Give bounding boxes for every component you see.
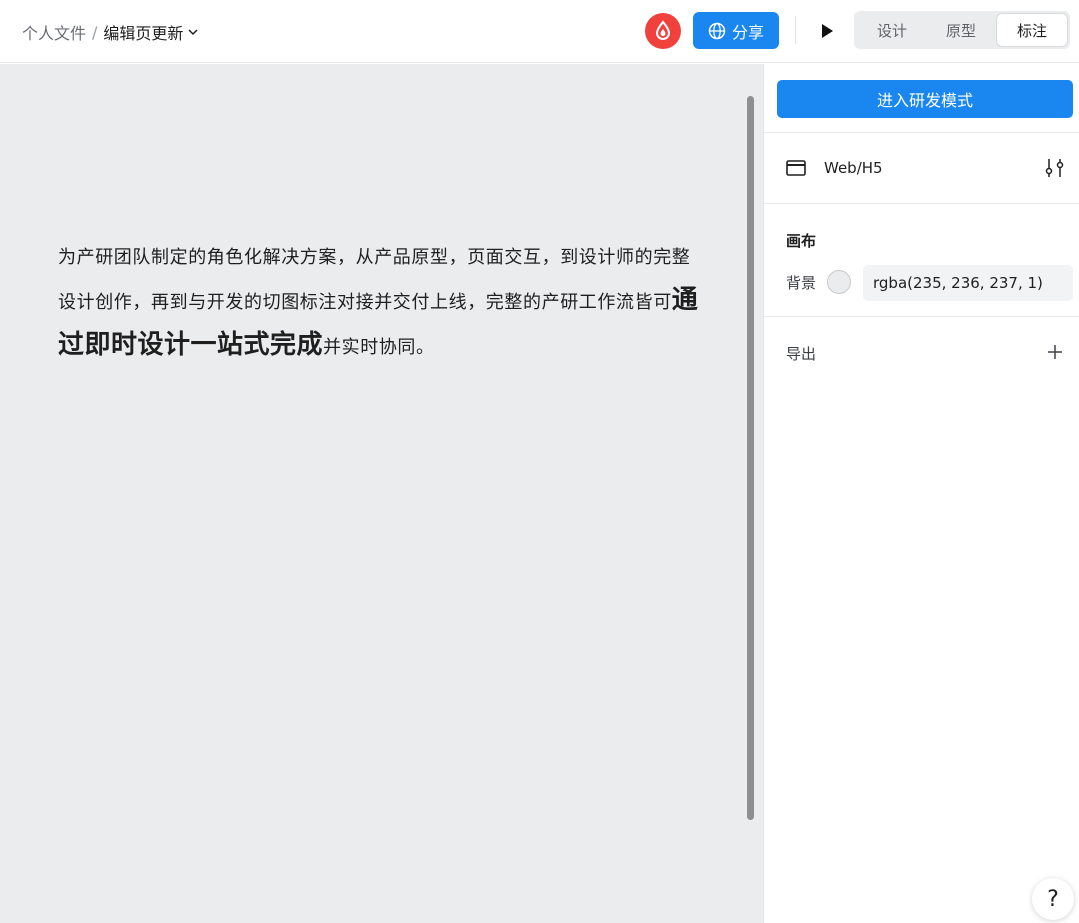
tab-prototype[interactable]: 原型 <box>927 14 995 46</box>
breadcrumb-separator: / <box>92 22 98 42</box>
canvas-text-outro: 并实时协同。 <box>323 337 435 358</box>
breadcrumb: 个人文件 / 编辑页更新 <box>22 20 199 44</box>
file-name[interactable]: 编辑页更新 <box>103 20 183 44</box>
tab-design[interactable]: 设计 <box>858 14 926 46</box>
panel-divider <box>764 132 1079 133</box>
background-color-value[interactable]: rgba(235, 236, 237, 1) <box>863 265 1073 301</box>
dev-mode-button[interactable]: 进入研发模式 <box>777 80 1073 118</box>
export-label: 导出 <box>786 345 817 363</box>
background-color-swatch[interactable] <box>827 270 851 294</box>
globe-icon <box>708 22 726 39</box>
toolbar-divider <box>795 16 796 44</box>
share-button[interactable]: 分享 <box>693 12 779 49</box>
share-label: 分享 <box>731 22 764 42</box>
device-row[interactable]: Web/H5 <box>786 156 1066 180</box>
panel-divider <box>764 203 1079 204</box>
chevron-down-icon[interactable] <box>187 26 199 38</box>
canvas-text-intro: 为产研团队制定的角色化解决方案，从产品原型，页面交互，到设计师的完整设计创作，再… <box>58 247 691 313</box>
canvas-section-title: 画布 <box>786 232 817 250</box>
add-export-icon[interactable] <box>1046 343 1064 361</box>
inspector-panel: 进入研发模式 Web/H5 画布 背景 rgba(235, 236, 237, … <box>763 64 1079 923</box>
play-button[interactable] <box>814 18 840 44</box>
top-bar: 个人文件 / 编辑页更新 分享 设计 原型 标注 <box>0 0 1079 63</box>
panel-divider <box>764 316 1079 317</box>
flame-logo-icon <box>655 20 671 40</box>
device-label: Web/H5 <box>824 159 883 177</box>
mode-switcher: 设计 原型 标注 <box>854 11 1070 49</box>
help-button[interactable]: ? <box>1032 878 1074 920</box>
play-icon <box>822 24 833 38</box>
background-label: 背景 <box>786 274 817 292</box>
tab-annotation[interactable]: 标注 <box>997 14 1067 46</box>
canvas-scrollbar[interactable] <box>747 96 754 820</box>
app-logo-icon[interactable] <box>645 13 681 49</box>
canvas-text-block[interactable]: 为产研团队制定的角色化解决方案，从产品原型，页面交互，到设计师的完整设计创作，再… <box>58 236 708 369</box>
sliders-icon[interactable] <box>1044 156 1066 180</box>
browser-window-icon <box>786 160 806 176</box>
breadcrumb-parent[interactable]: 个人文件 <box>22 20 86 44</box>
design-canvas[interactable]: 为产研团队制定的角色化解决方案，从产品原型，页面交互，到设计师的完整设计创作，再… <box>0 64 763 923</box>
